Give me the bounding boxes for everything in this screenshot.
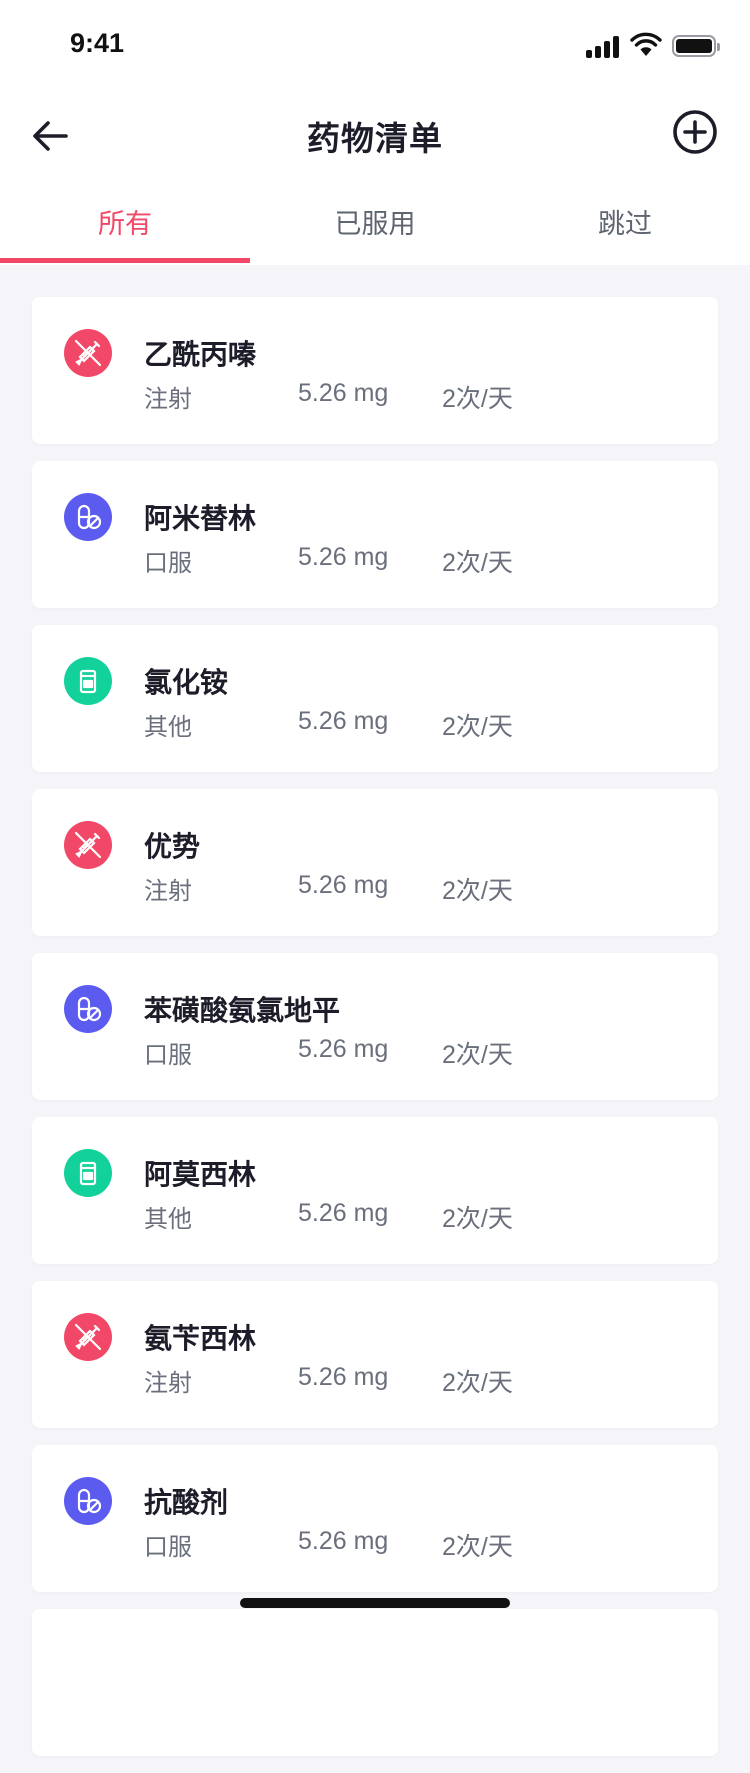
cellular-signal-icon bbox=[586, 34, 622, 58]
status-bar: 9:41 bbox=[0, 0, 750, 90]
nav-bar: 药物清单 bbox=[0, 90, 750, 180]
medication-card[interactable]: 阿莫西林 其他 5.26 mg 2次/天 bbox=[32, 1117, 718, 1264]
medication-route: 其他 bbox=[144, 1205, 192, 1233]
tab-skipped[interactable]: 跳过 bbox=[500, 180, 750, 265]
medication-route: 口服 bbox=[144, 1041, 192, 1069]
pill-icon bbox=[64, 1477, 112, 1525]
medicine-bottle-icon bbox=[64, 1149, 112, 1197]
tab-all[interactable]: 所有 bbox=[0, 180, 250, 265]
medication-frequency: 2次/天 bbox=[442, 549, 513, 577]
syringe-icon bbox=[64, 1313, 112, 1361]
medication-route: 口服 bbox=[144, 549, 192, 577]
medication-dose: 5.26 mg bbox=[298, 1035, 389, 1063]
medicine-bottle-icon bbox=[64, 657, 112, 705]
status-time: 9:41 bbox=[70, 28, 125, 58]
medication-card[interactable]: 氨苄西林 注射 5.26 mg 2次/天 bbox=[32, 1281, 718, 1428]
medication-route: 口服 bbox=[144, 1533, 192, 1561]
medication-name: 优势 bbox=[144, 830, 201, 863]
medication-frequency: 2次/天 bbox=[442, 877, 513, 905]
medication-dose: 5.26 mg bbox=[298, 1199, 389, 1227]
header-area: 9:41 药物清单 所有 已服用 跳过 bbox=[0, 0, 750, 265]
medication-name: 氯化铵 bbox=[144, 666, 229, 699]
syringe-icon bbox=[64, 821, 112, 869]
medication-name: 抗酸剂 bbox=[144, 1486, 229, 1519]
medication-frequency: 2次/天 bbox=[442, 1533, 513, 1561]
plus-circle-icon bbox=[673, 110, 717, 154]
medication-frequency: 2次/天 bbox=[442, 1369, 513, 1397]
add-medication-button[interactable] bbox=[670, 107, 720, 157]
filter-tabs: 所有 已服用 跳过 bbox=[0, 180, 750, 265]
medication-route: 注射 bbox=[144, 1369, 192, 1397]
medication-dose: 5.26 mg bbox=[298, 379, 389, 407]
medication-name: 阿莫西林 bbox=[144, 1158, 257, 1191]
medication-dose: 5.26 mg bbox=[298, 871, 389, 899]
medication-card[interactable]: 苯磺酸氨氯地平 口服 5.26 mg 2次/天 bbox=[32, 953, 718, 1100]
medication-name: 乙酰丙嗪 bbox=[144, 338, 257, 371]
medication-card-partial[interactable] bbox=[32, 1609, 718, 1756]
pill-icon bbox=[64, 985, 112, 1033]
tab-taken[interactable]: 已服用 bbox=[250, 180, 500, 265]
medication-list: 乙酰丙嗪 注射 5.26 mg 2次/天 阿米替林 口服 5.26 mg 2次/… bbox=[32, 297, 718, 1773]
pill-icon bbox=[64, 493, 112, 541]
medication-frequency: 2次/天 bbox=[442, 1205, 513, 1233]
medication-name: 氨苄西林 bbox=[144, 1322, 257, 1355]
medication-dose: 5.26 mg bbox=[298, 1527, 389, 1555]
medication-card[interactable]: 抗酸剂 口服 5.26 mg 2次/天 bbox=[32, 1445, 718, 1592]
medication-card[interactable]: 氯化铵 其他 5.26 mg 2次/天 bbox=[32, 625, 718, 772]
medication-dose: 5.26 mg bbox=[298, 543, 389, 571]
medication-frequency: 2次/天 bbox=[442, 1041, 513, 1069]
medication-frequency: 2次/天 bbox=[442, 713, 513, 741]
medication-card[interactable]: 阿米替林 口服 5.26 mg 2次/天 bbox=[32, 461, 718, 608]
medication-card[interactable]: 优势 注射 5.26 mg 2次/天 bbox=[32, 789, 718, 936]
medication-route: 注射 bbox=[144, 877, 192, 905]
medication-route: 注射 bbox=[144, 385, 192, 413]
medication-dose: 5.26 mg bbox=[298, 707, 389, 735]
medication-dose: 5.26 mg bbox=[298, 1363, 389, 1391]
syringe-icon bbox=[64, 329, 112, 377]
medication-frequency: 2次/天 bbox=[442, 385, 513, 413]
wifi-icon bbox=[630, 32, 662, 58]
medication-name: 苯磺酸氨氯地平 bbox=[144, 994, 341, 1027]
medication-route: 其他 bbox=[144, 713, 192, 741]
page-title: 药物清单 bbox=[307, 119, 443, 158]
battery-icon bbox=[672, 35, 720, 57]
home-indicator bbox=[240, 1598, 510, 1608]
medication-card[interactable]: 乙酰丙嗪 注射 5.26 mg 2次/天 bbox=[32, 297, 718, 444]
medication-name: 阿米替林 bbox=[144, 502, 257, 535]
